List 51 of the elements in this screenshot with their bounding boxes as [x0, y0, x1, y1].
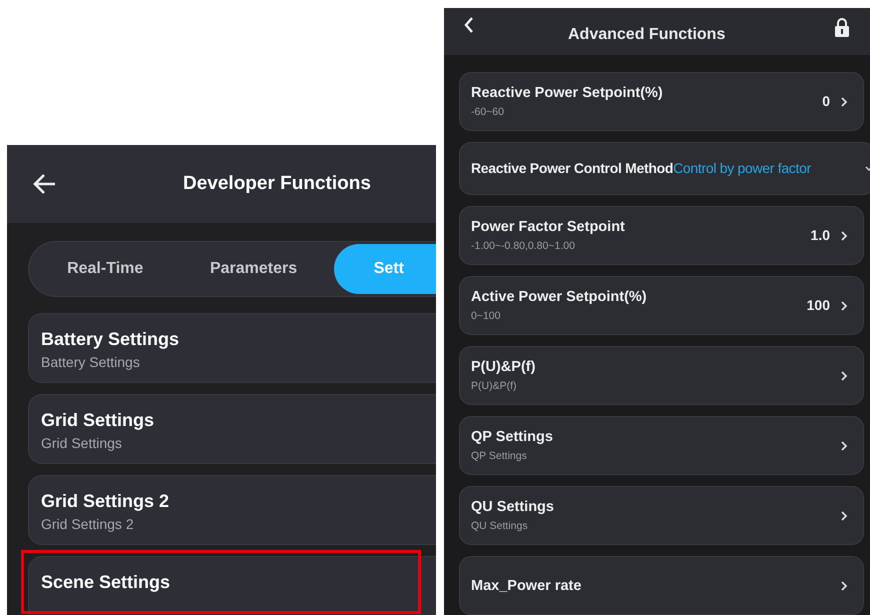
tab[interactable]: Real-Time — [31, 244, 180, 294]
row-value: 100 — [806, 296, 830, 315]
setting-row[interactable]: Max_Power rate — [459, 556, 864, 615]
setting-row[interactable]: P(U)&P(f) P(U)&P(f) — [459, 346, 864, 405]
settings-card[interactable]: Battery Settings Battery Settings — [28, 313, 436, 383]
row-value: Control by power factor — [673, 159, 811, 178]
card-subtitle: Battery Settings — [41, 353, 141, 371]
row-range: 0~100 — [471, 309, 502, 323]
row-value: 0 — [822, 92, 830, 111]
setting-row[interactable]: Reactive Power Setpoint(%) -60~60 0 — [459, 72, 864, 131]
settings-card[interactable]: Grid Settings Grid Settings — [28, 394, 436, 464]
setting-row[interactable]: QP Settings QP Settings — [459, 416, 864, 475]
row-title: Max_Power rate — [471, 576, 582, 594]
screen-title: Advanced Functions — [568, 24, 726, 44]
setting-row[interactable]: QU Settings QU Settings — [459, 486, 864, 545]
settings-card[interactable]: Scene Settings — [28, 556, 436, 615]
screen-title: Developer Functions — [183, 172, 371, 196]
row-range: QP Settings — [471, 449, 528, 463]
chevron-right-icon — [840, 300, 848, 312]
row-title: QU Settings — [471, 498, 554, 516]
card-subtitle: Grid Settings 2 — [41, 515, 135, 533]
card-subtitle: Grid Settings — [41, 434, 123, 452]
lock-icon[interactable] — [834, 16, 850, 36]
setting-row[interactable]: Reactive Power Control MethodControl by power factor — [459, 142, 870, 195]
chevron-right-icon — [840, 370, 848, 382]
card-title: Battery Settings — [41, 328, 180, 350]
chevron-right-icon — [840, 230, 848, 242]
setting-row[interactable]: Active Power Setpoint(%) 0~100 100 — [459, 276, 864, 335]
row-range: QU Settings — [471, 519, 529, 533]
row-range: P(U)&P(f) — [471, 379, 518, 393]
chevron-right-icon — [840, 580, 848, 592]
chevron-right-icon — [840, 440, 848, 452]
chevron-right-icon — [840, 510, 848, 522]
tab[interactable]: Parameters — [179, 244, 328, 294]
card-title: Grid Settings 2 — [41, 490, 170, 512]
row-title: Reactive Power Setpoint(%) — [471, 84, 663, 102]
row-range: -1.00~-0.80,0.80~1.00 — [471, 239, 576, 253]
chevron-right-icon — [840, 96, 848, 108]
row-title: Reactive Power Control Method — [471, 159, 674, 178]
setting-row[interactable]: Power Factor Setpoint -1.00~-0.80,0.80~1.00 1.0 — [459, 206, 864, 265]
card-title: Scene Settings — [41, 571, 172, 593]
back-chevron-icon[interactable] — [464, 16, 474, 34]
row-range: -60~60 — [471, 105, 505, 119]
back-arrow-icon[interactable] — [33, 173, 57, 195]
row-title: Power Factor Setpoint — [471, 218, 625, 236]
row-value: 1.0 — [810, 226, 830, 245]
row-title: P(U)&P(f) — [471, 358, 536, 376]
row-title: QP Settings — [471, 428, 553, 446]
settings-card[interactable]: Grid Settings 2 Grid Settings 2 — [28, 475, 436, 545]
row-title: Active Power Setpoint(%) — [471, 288, 647, 306]
card-title: Grid Settings — [41, 409, 156, 431]
